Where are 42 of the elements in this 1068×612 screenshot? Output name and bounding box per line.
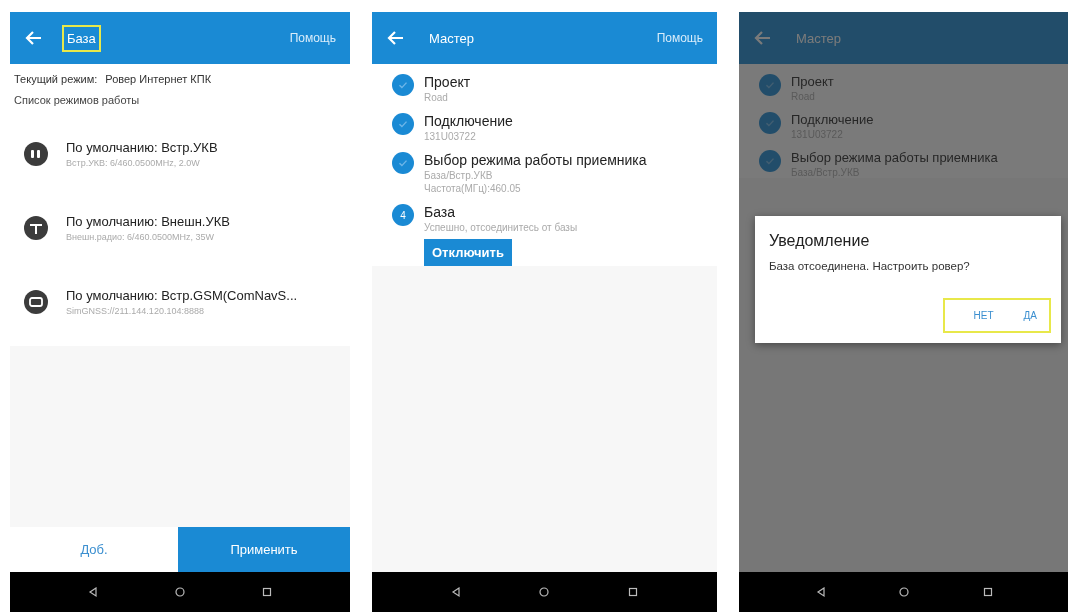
mode-detail: Встр.УКВ: 6/460.0500MHz, 2.0W [66, 158, 201, 168]
dialog-button[interactable]: НЕТ [961, 304, 1006, 327]
step-detail: Road [424, 92, 449, 103]
step-detail: База/Встр.УКВ [424, 170, 494, 181]
help-link[interactable]: Помощь [656, 31, 703, 45]
mode-detail: Внешн.радио: 6/460.0500MHz, 35W [66, 232, 215, 242]
dialog-title: Уведомление [769, 232, 871, 250]
disconnect-button[interactable]: Отключить [424, 239, 512, 266]
mode-title[interactable]: По умолчанию: Встр.GSM(ComNavS... [66, 288, 298, 303]
home-circle-icon[interactable] [898, 586, 911, 598]
mode-title[interactable]: По умолчанию: Встр.УКВ [66, 140, 218, 155]
step-detail: Успешно, отсоединитесь от базы [424, 222, 578, 233]
current-mode-value: Ровер Интернет КПК [105, 73, 212, 85]
step-title: Проект [791, 74, 834, 89]
dialog-button[interactable]: ДА [1011, 304, 1049, 327]
help-link[interactable]: Помощь [289, 31, 336, 45]
apply-button[interactable]: Применить [178, 527, 350, 572]
screen-title: Мастер [795, 29, 842, 48]
square-icon[interactable] [626, 586, 639, 598]
mode-detail: SimGNSS://211.144.120.104:8888 [66, 306, 205, 316]
step-detail: Частота(МГц):460.05 [424, 183, 522, 194]
screen-title: База [62, 24, 101, 52]
square-icon[interactable] [982, 586, 995, 598]
back-triangle-icon[interactable] [87, 586, 100, 598]
step-title: Выбор режима работы приемника [424, 152, 647, 168]
step-title: Подключение [791, 112, 874, 127]
step-title: Подключение [424, 113, 513, 129]
home-circle-icon[interactable] [538, 586, 551, 598]
screen-title: Мастер [428, 29, 475, 48]
list-heading: Список режимов работы [13, 93, 141, 108]
back-triangle-icon[interactable] [450, 586, 463, 598]
step-title: Выбор режима работы приемника [791, 150, 998, 165]
dialog-message: База отсоединена. Настроить ровер? [769, 260, 971, 272]
current-mode-label: Текущий режим: [14, 73, 98, 85]
home-circle-icon[interactable] [174, 586, 186, 598]
modem-icon [24, 290, 48, 314]
mode-title[interactable]: По умолчанию: Внешн.УКВ [66, 214, 230, 229]
step-title: База [424, 204, 457, 220]
step-number: 4 [400, 209, 406, 221]
step-title: Проект [424, 74, 471, 90]
step-detail: 131U03722 [424, 131, 477, 142]
square-icon[interactable] [260, 586, 273, 598]
